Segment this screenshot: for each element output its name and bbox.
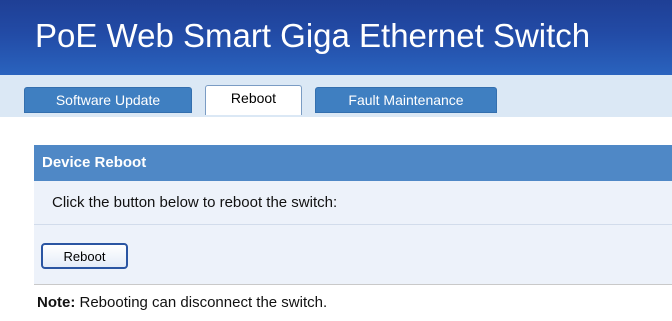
reboot-button[interactable]: Reboot: [41, 243, 128, 269]
note-label: Note:: [37, 294, 76, 311]
button-row: Reboot: [34, 225, 672, 284]
tab-fault-maintenance[interactable]: Fault Maintenance: [315, 87, 497, 113]
tab-reboot[interactable]: Reboot: [205, 85, 302, 115]
note-text: Rebooting can disconnect the switch.: [79, 294, 328, 311]
note: Note: Rebooting can disconnect the switc…: [34, 284, 672, 320]
page-title: PoE Web Smart Giga Ethernet Switch: [35, 17, 591, 54]
section-header: Device Reboot: [34, 145, 672, 181]
reboot-description: Click the button below to reboot the swi…: [34, 181, 672, 225]
app-header: PoE Web Smart Giga Ethernet Switch: [0, 0, 672, 75]
tab-bar: Software Update Reboot Fault Maintenance: [0, 75, 672, 117]
tab-software-update[interactable]: Software Update: [24, 87, 192, 113]
